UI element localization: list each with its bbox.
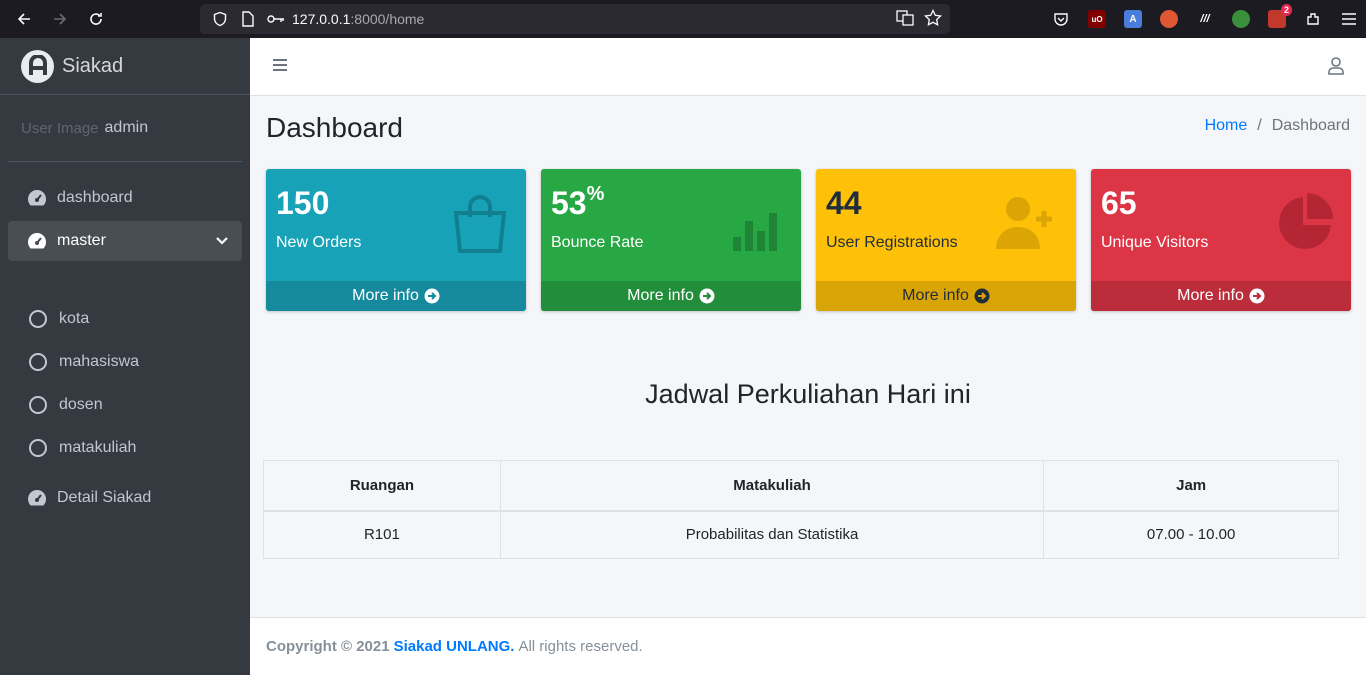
more-info-label: More info [902, 287, 969, 304]
sidebar-item-label: kota [59, 310, 90, 327]
user-image: User Image [21, 119, 99, 137]
user-panel[interactable]: User Image admin [8, 95, 242, 162]
user-icon[interactable] [1328, 57, 1344, 80]
shopping-bag-icon [448, 191, 512, 260]
cell-jam: 07.00 - 10.00 [1043, 510, 1339, 559]
arrow-left-icon [17, 13, 30, 25]
reload-icon [90, 13, 102, 25]
breadcrumb-separator: / [1257, 117, 1262, 134]
table-header-row: Ruangan Matakuliah Jam [263, 460, 1339, 512]
sidebar-item-dashboard[interactable]: dashboard [8, 178, 242, 218]
sidebar-item-label: master [57, 232, 106, 249]
sidebar-item-dosen[interactable]: dosen [8, 385, 242, 425]
sidebar-item-detail-siakad[interactable]: Detail Siakad [8, 478, 242, 518]
notification-extension-icon[interactable]: 2 [1268, 4, 1292, 28]
sidebar-item-label: matakuliah [59, 439, 137, 456]
table-row: R101 Probabilitas dan Statistika 07.00 -… [263, 510, 1339, 559]
brand-link[interactable]: Siakad [0, 38, 250, 95]
sidebar-item-master[interactable]: master [8, 221, 242, 261]
breadcrumb-home-link[interactable]: Home [1205, 117, 1248, 134]
tachometer-icon [27, 489, 49, 507]
translate-extension-icon[interactable]: A [1124, 10, 1142, 28]
user-name[interactable]: admin [105, 119, 149, 137]
more-info-link[interactable]: More info [1091, 281, 1351, 311]
sidebar-item-matakuliah[interactable]: matakuliah [8, 428, 242, 468]
schedule-title: Jadwal Perkuliahan Hari ini [645, 379, 971, 409]
circle-icon [29, 353, 47, 371]
footer-suffix: All rights reserved. [518, 638, 643, 655]
schedule-table: Ruangan Matakuliah Jam R101 Probabilitas… [263, 460, 1339, 559]
page-footer: Copyright © 2021 Siakad UNLANG. All righ… [250, 617, 1366, 675]
duckduckgo-icon[interactable] [1160, 10, 1178, 28]
arrow-circle-right-icon [1249, 288, 1265, 304]
browser-toolbar: 127.0.0.1:8000/home uO A /// 2 [0, 0, 1366, 38]
shield-icon[interactable] [208, 11, 232, 27]
back-button[interactable] [6, 0, 42, 38]
brand-logo-icon [21, 49, 54, 83]
pocket-icon[interactable] [1052, 10, 1070, 28]
more-info-link[interactable]: More info [816, 281, 1076, 311]
stat-box-new-orders: 150 New Orders More info [266, 169, 526, 311]
page-icon[interactable] [236, 11, 260, 27]
url-host: 127.0.0.1 [292, 11, 351, 27]
stat-box-user-registrations: 44 User Registrations More info [816, 169, 1076, 311]
cell-matakuliah: Probabilitas dan Statistika [499, 510, 1045, 559]
more-info-label: More info [627, 287, 694, 304]
arrow-circle-right-icon [974, 288, 990, 304]
sidebar-menu: dashboard master kota mahasiswa dosen ma… [0, 162, 250, 518]
sidebar-item-label: mahasiswa [59, 353, 140, 370]
more-info-link[interactable]: More info [541, 281, 801, 311]
ublock-icon[interactable]: uO [1088, 10, 1106, 28]
breadcrumb-current: Dashboard [1271, 117, 1350, 134]
page-title: Dashboard [266, 112, 403, 143]
more-info-label: More info [1177, 287, 1244, 304]
extensions-icon[interactable] [1304, 10, 1322, 28]
sitetools-icon[interactable]: /// [1196, 10, 1214, 28]
column-header-matakuliah: Matakuliah [499, 460, 1045, 512]
reload-button[interactable] [78, 0, 114, 38]
circle-icon [29, 396, 47, 414]
hamburger-menu-icon[interactable] [272, 58, 288, 77]
column-header-ruangan: Ruangan [263, 460, 501, 512]
globe-extension-icon[interactable] [1232, 10, 1250, 28]
brand-text: Siakad [62, 54, 124, 77]
translate-icon[interactable] [896, 9, 914, 30]
url-path: :8000/home [350, 11, 425, 27]
sidebar-item-label: dosen [59, 396, 103, 413]
arrow-circle-right-icon [699, 288, 715, 304]
cell-ruangan: R101 [263, 510, 501, 559]
key-icon[interactable] [264, 13, 288, 25]
user-plus-icon [992, 191, 1062, 260]
arrow-right-icon [54, 13, 67, 25]
footer-brand-link[interactable]: Siakad UNLANG. [394, 638, 515, 655]
sidebar-item-label: Detail Siakad [57, 489, 152, 506]
column-header-jam: Jam [1043, 460, 1339, 512]
stat-box-bounce-rate: 53% Bounce Rate More info [541, 169, 801, 311]
chevron-down-icon [216, 237, 228, 245]
circle-icon [29, 310, 47, 328]
menu-icon[interactable] [1340, 10, 1358, 28]
address-bar[interactable]: 127.0.0.1:8000/home [200, 4, 950, 34]
url-text[interactable]: 127.0.0.1:8000/home [292, 11, 424, 27]
tachometer-icon [27, 189, 49, 207]
top-navbar [250, 38, 1366, 96]
bar-chart-icon [723, 191, 787, 260]
pie-chart-icon [1273, 191, 1337, 260]
sidebar-item-label: dashboard [57, 189, 133, 206]
tachometer-icon [27, 232, 49, 250]
copyright-text: Copyright © 2021 [266, 638, 390, 655]
extension-badge: 2 [1280, 4, 1292, 16]
sidebar-item-mahasiswa[interactable]: mahasiswa [8, 342, 242, 382]
forward-button[interactable] [42, 0, 78, 38]
breadcrumb: Home / Dashboard [1205, 117, 1350, 135]
stat-boxes: 150 New Orders More info 53% Bounce Rate [266, 169, 1351, 311]
sidebar-item-kota[interactable]: kota [8, 299, 242, 339]
stat-box-unique-visitors: 65 Unique Visitors More info [1091, 169, 1351, 311]
more-info-label: More info [352, 287, 419, 304]
star-icon[interactable] [924, 8, 942, 30]
arrow-circle-right-icon [424, 288, 440, 304]
circle-icon [29, 439, 47, 457]
more-info-link[interactable]: More info [266, 281, 526, 311]
sidebar: Siakad User Image admin dashboard master… [0, 38, 250, 675]
